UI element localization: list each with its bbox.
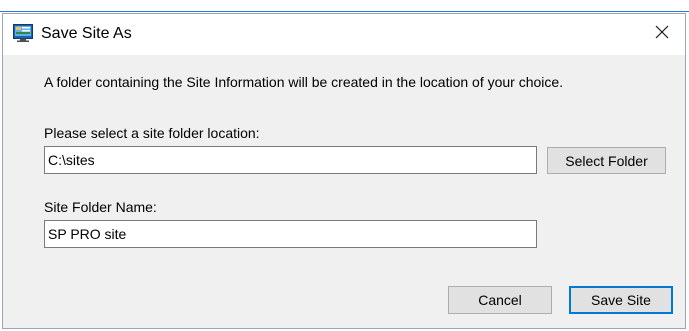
location-label: Please select a site folder location: [44,125,260,141]
window-title: Save Site As [41,25,132,42]
background-window-edge [0,11,689,12]
location-field[interactable] [44,146,537,174]
save-site-app-icon [13,24,33,42]
screen: Save Site As A folder containing the Sit… [0,0,689,331]
close-button[interactable] [639,14,685,55]
background-window-strip [0,0,689,14]
folder-name-label: Site Folder Name: [44,199,157,215]
save-site-button[interactable]: Save Site [569,286,673,314]
save-site-as-dialog: Save Site As A folder containing the Sit… [2,13,686,329]
folder-name-field[interactable] [44,220,537,248]
info-message: A folder containing the Site Information… [44,74,564,90]
close-icon [655,25,669,44]
cancel-button[interactable]: Cancel [448,286,552,314]
select-folder-button[interactable]: Select Folder [547,147,666,174]
title-bar[interactable]: Save Site As [3,14,685,55]
